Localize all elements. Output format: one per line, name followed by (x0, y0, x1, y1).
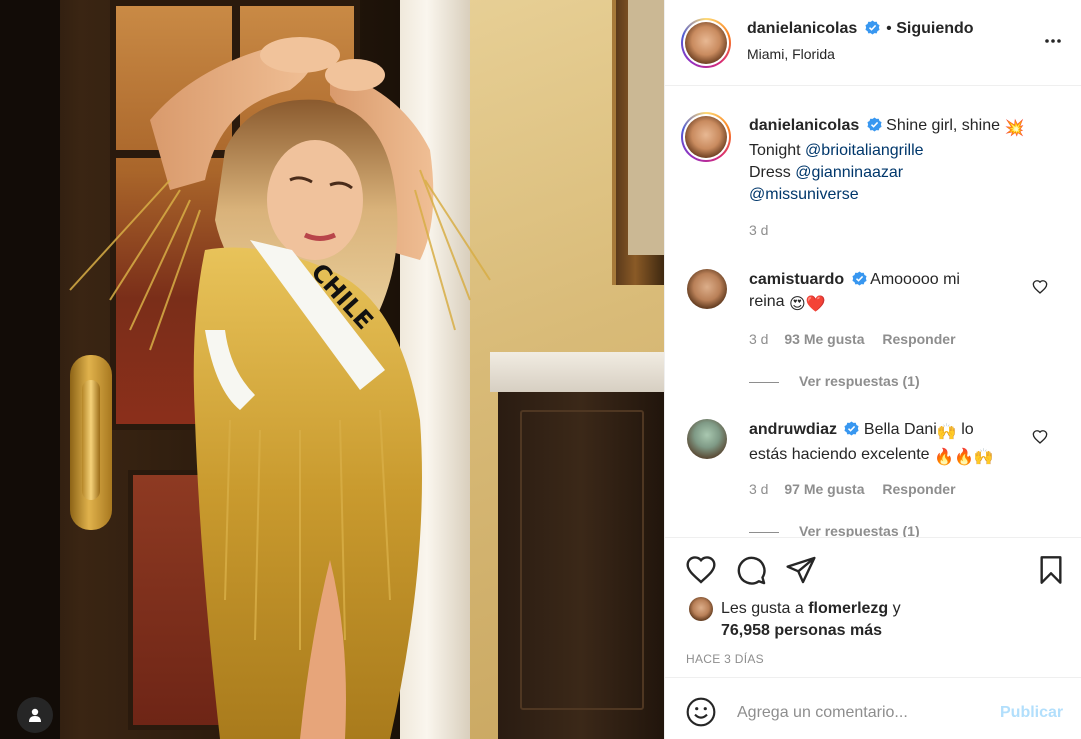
comment-meta: 3 d 93 Me gusta Responder (749, 331, 956, 347)
fire-emoji-icon: 🔥🔥🙌 (934, 449, 994, 466)
mention-link[interactable]: @brioitaliangrille (805, 142, 924, 159)
comment-bubble-icon[interactable] (735, 554, 767, 586)
svg-text:CHILE: CHILE (305, 265, 378, 335)
heart-eyes-emoji-icon: 😍❤️ (789, 296, 826, 313)
post-timestamp[interactable]: HACE 3 DÍAS (686, 652, 764, 666)
verified-badge-icon (865, 20, 880, 35)
likes-count[interactable]: 76,958 personas más (721, 622, 882, 639)
mention-link[interactable]: @missuniverse (749, 186, 859, 203)
verified-badge-icon (844, 421, 859, 436)
view-replies-button[interactable]: Ver respuestas (1) (749, 373, 920, 389)
post-location[interactable]: Miami, Florida (747, 46, 835, 62)
post-actions: Les gusta a flomerlezg y 76,958 personas… (665, 537, 1081, 677)
sparkle-emoji-icon: 💥 (1004, 120, 1025, 137)
view-replies-label: Ver respuestas (1) (799, 523, 920, 537)
comment-body: Amooooo mi (870, 271, 960, 288)
likes-prefix: Les gusta a (721, 600, 804, 617)
comment-likes[interactable]: 93 Me gusta (784, 331, 864, 347)
commenter-username[interactable]: camistuardo (749, 271, 844, 288)
emoji-smiley-icon[interactable] (685, 696, 717, 728)
author-line: danielanicolas • Siguiendo (747, 20, 974, 38)
raised-hands-emoji-icon: 🙌 (936, 424, 957, 441)
comment-body: lo (961, 421, 974, 438)
author-avatar[interactable] (681, 18, 731, 68)
comment-body: Bella Dani (863, 421, 937, 438)
comment-meta: 3 d 97 Me gusta Responder (749, 481, 956, 497)
post-photo[interactable]: CHILE (0, 0, 664, 739)
tagged-users-button[interactable] (17, 697, 53, 733)
following-button[interactable]: Siguiendo (896, 20, 973, 37)
view-replies-label: Ver respuestas (1) (799, 373, 920, 389)
post-header: danielanicolas • Siguiendo Miami, Florid… (665, 0, 1081, 86)
replies-divider (749, 531, 779, 533)
view-replies-button[interactable]: Ver respuestas (1) (749, 523, 920, 537)
like-comment-heart-icon[interactable] (1032, 429, 1048, 445)
woman-figure (69, 37, 491, 739)
commenter-avatar[interactable] (687, 269, 727, 309)
comment-time[interactable]: 3 d (749, 331, 768, 347)
post-sidebar: danielanicolas • Siguiendo Miami, Florid… (664, 0, 1081, 739)
comment-time[interactable]: 3 d (749, 481, 768, 497)
share-send-icon[interactable] (785, 554, 817, 586)
liker-username[interactable]: flomerlezg (808, 600, 888, 617)
like-comment-heart-icon[interactable] (1032, 279, 1048, 295)
likes-conjunction: y (892, 600, 901, 617)
caption-time[interactable]: 3 d (749, 222, 768, 238)
follow-separator: • (886, 20, 892, 37)
comment-input[interactable]: Agrega un comentario... (737, 704, 908, 722)
comment-text: andruwdiaz Bella Dani🙌 lo estás haciendo… (749, 419, 1039, 469)
replies-divider (749, 381, 779, 383)
caption-username[interactable]: danielanicolas (749, 117, 859, 134)
user-icon (29, 708, 41, 722)
publish-button[interactable]: Publicar (1000, 704, 1063, 722)
save-bookmark-icon[interactable] (1035, 554, 1067, 586)
more-horizontal-icon[interactable] (1043, 35, 1063, 47)
reply-button[interactable]: Responder (882, 331, 955, 347)
comments-list[interactable]: danielanicolas Shine girl, shine 💥 Tonig… (665, 87, 1081, 537)
sash-label: CHILE (305, 265, 378, 335)
author-username[interactable]: danielanicolas (747, 20, 857, 37)
verified-badge-icon (852, 271, 867, 286)
caption-line-3-prefix: Dress (749, 164, 791, 181)
comment-text: camistuardo Amooooo mi reina 😍❤️ (749, 269, 1039, 316)
comment-body: reina (749, 293, 785, 310)
comment-likes[interactable]: 97 Me gusta (784, 481, 864, 497)
commenter-avatar[interactable] (687, 419, 727, 459)
reply-button[interactable]: Responder (882, 481, 955, 497)
comment-body: estás haciendo excelente (749, 446, 930, 463)
like-heart-icon[interactable] (685, 554, 717, 586)
caption-line-2-prefix: Tonight (749, 142, 801, 159)
commenter-username[interactable]: andruwdiaz (749, 421, 837, 438)
liker-avatar[interactable] (689, 597, 713, 621)
verified-badge-icon (867, 117, 882, 132)
mention-link[interactable]: @gianninaazar (795, 164, 903, 181)
caption-avatar[interactable] (681, 112, 731, 162)
caption-body: Shine girl, shine (886, 117, 1001, 134)
caption-text: danielanicolas Shine girl, shine 💥 Tonig… (749, 115, 1039, 206)
add-comment-bar: Agrega un comentario... Publicar (665, 677, 1081, 739)
likes-summary: Les gusta a flomerlezg y 76,958 personas… (721, 598, 901, 642)
